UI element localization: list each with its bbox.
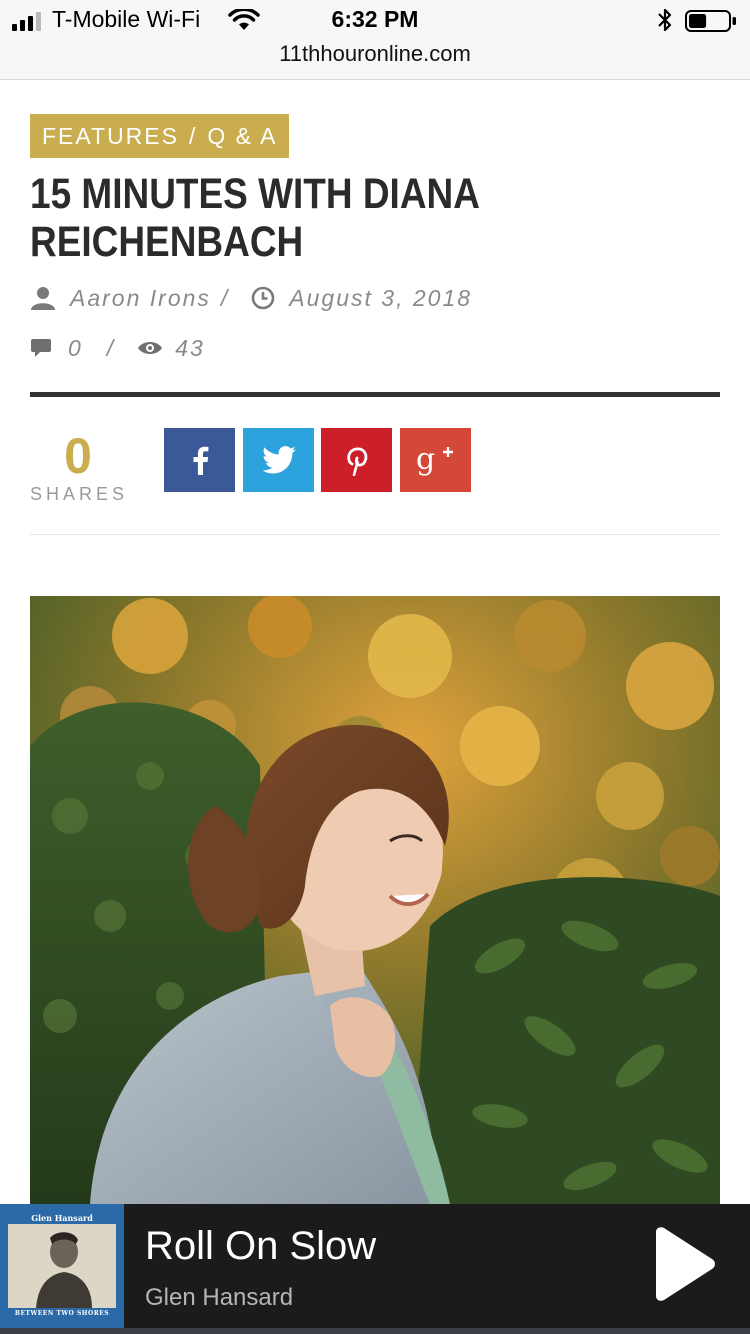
twitter-icon xyxy=(261,446,296,474)
url-text: 11thhouronline.com xyxy=(279,41,471,66)
category-separator: / xyxy=(188,123,198,149)
facebook-share-button[interactable] xyxy=(164,428,235,492)
track-title: Roll On Slow xyxy=(145,1224,377,1268)
header-divider xyxy=(30,392,720,397)
google-plus-icon: g xyxy=(416,443,453,477)
share-count-number: 0 xyxy=(64,428,92,484)
comment-icon xyxy=(31,339,51,357)
album-art[interactable]: Glen Hansard BETWEEN TWO SHORES xyxy=(0,1204,124,1328)
status-bar: T-Mobile Wi-Fi 6:32 PM xyxy=(0,0,750,40)
player-progress-track xyxy=(0,1328,750,1334)
play-icon[interactable] xyxy=(648,1226,718,1302)
article-meta-stats: 0 / 43 xyxy=(30,331,205,365)
share-divider xyxy=(30,534,720,535)
eye-icon xyxy=(138,342,163,354)
category-features-link[interactable]: FEATURES xyxy=(42,123,179,149)
pinterest-icon xyxy=(346,447,367,476)
track-artist: Glen Hansard xyxy=(145,1284,294,1311)
album-art-title: BETWEEN TWO SHORES xyxy=(14,1310,110,1317)
bluetooth-icon xyxy=(658,8,672,32)
status-time: 6:32 PM xyxy=(331,6,419,32)
facebook-icon xyxy=(193,446,208,475)
author-link[interactable]: Aaron Irons xyxy=(70,285,211,312)
view-count: 43 xyxy=(175,334,205,361)
address-bar[interactable]: 11thhouronline.com xyxy=(0,40,750,80)
article-meta-author-date: Aaron Irons / August 3, 2018 xyxy=(30,281,472,315)
stats-separator: / xyxy=(106,334,116,361)
album-art-artist: Glen Hansard xyxy=(31,1213,93,1223)
featured-image xyxy=(30,596,720,1204)
google-plus-share-button[interactable]: g xyxy=(400,428,471,492)
category-qa-link[interactable]: Q & A xyxy=(207,123,277,149)
publish-date: August 3, 2018 xyxy=(289,284,473,311)
category-tag[interactable]: FEATURES / Q & A xyxy=(30,114,290,158)
share-count-label: SHARES xyxy=(30,484,129,504)
comment-count[interactable]: 0 xyxy=(68,335,83,362)
user-icon xyxy=(31,287,55,310)
portrait-photo xyxy=(30,596,720,1204)
twitter-share-button[interactable] xyxy=(243,428,314,492)
meta-separator: / xyxy=(220,284,230,311)
article-title: 15 MINUTES WITH DIANA REICHENBACH xyxy=(30,170,479,266)
audio-player: Glen Hansard BETWEEN TWO SHORES Roll On … xyxy=(0,1204,750,1334)
share-count: 0 SHARES xyxy=(30,428,126,505)
clock-icon xyxy=(251,286,275,310)
pinterest-share-button[interactable] xyxy=(321,428,392,492)
svg-text:g: g xyxy=(416,443,435,477)
battery-icon xyxy=(685,10,736,32)
